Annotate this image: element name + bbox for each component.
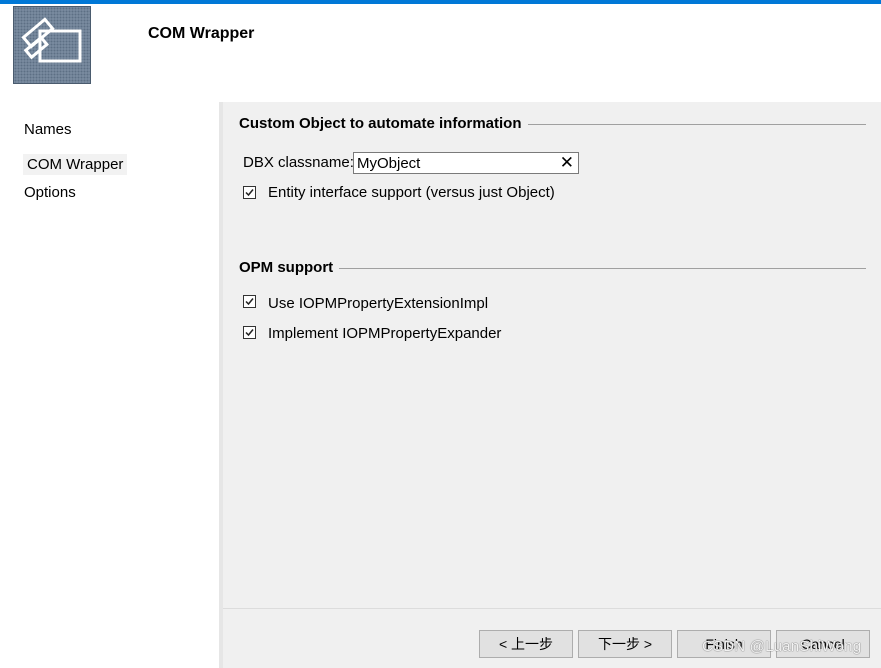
use-iopm-extension-checkbox[interactable] (243, 295, 256, 308)
wizard-step-sidebar: Names COM Wrapper Options (0, 102, 219, 668)
sidebar-item-names[interactable]: Names (24, 121, 72, 138)
wizard-content: Custom Object to automate information DB… (223, 102, 881, 668)
wizard-header: COM Wrapper (0, 4, 881, 102)
checkmark-icon (245, 189, 254, 197)
watermark: CSDN @LuanShiWong (702, 638, 862, 655)
custom-object-group-title: Custom Object to automate information (239, 115, 528, 132)
com-wrapper-logo-icon (13, 6, 91, 84)
checkmark-icon (245, 329, 254, 337)
implement-iopm-expander-label[interactable]: Implement IOPMPropertyExpander (268, 325, 501, 342)
clear-icon[interactable]: ✕ (560, 153, 574, 173)
sidebar-item-options[interactable]: Options (24, 184, 76, 201)
implement-iopm-expander-checkbox[interactable] (243, 326, 256, 339)
opm-group-title: OPM support (239, 259, 340, 276)
dbx-classname-input[interactable]: MyObject ✕ (353, 152, 579, 174)
footer-separator (223, 608, 881, 609)
next-button[interactable]: 下一步 > (578, 630, 672, 658)
dbx-classname-value[interactable]: MyObject (357, 155, 420, 172)
page-title: COM Wrapper (148, 25, 255, 42)
entity-support-label[interactable]: Entity interface support (versus just Ob… (268, 184, 555, 201)
checkmark-icon (245, 298, 254, 306)
sidebar-item-com-wrapper[interactable]: COM Wrapper (23, 154, 128, 175)
entity-support-checkbox[interactable] (243, 186, 256, 199)
back-button[interactable]: < 上一步 (479, 630, 573, 658)
dbx-classname-label: DBX classname: (243, 154, 354, 171)
use-iopm-extension-label[interactable]: Use IOPMPropertyExtensionImpl (268, 295, 488, 312)
